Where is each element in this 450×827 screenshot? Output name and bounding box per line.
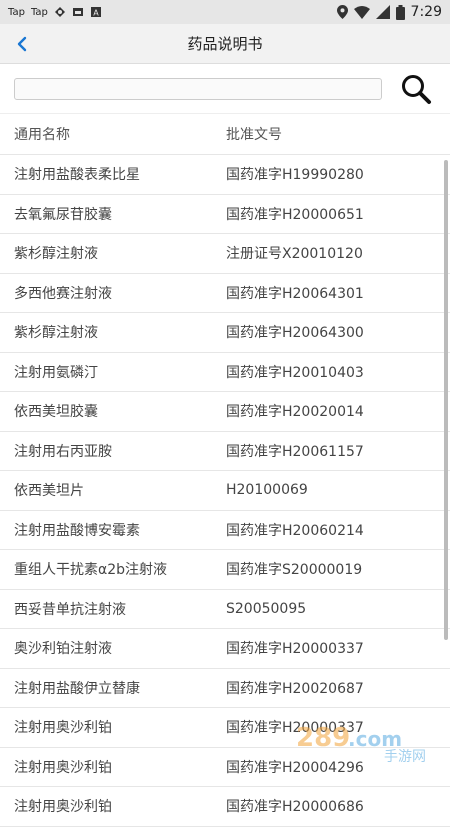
signal-icon	[375, 5, 390, 19]
drug-name: 重组人干扰素α2b注射液	[14, 562, 168, 579]
svg-text:A: A	[93, 9, 99, 18]
table-row[interactable]: 西妥昔单抗注射液 S20050095	[0, 590, 450, 629]
a-icon: A	[90, 7, 101, 18]
drug-name: 注射用奥沙利铂	[14, 799, 112, 816]
status-app-label: Tap	[30, 6, 48, 18]
table-row[interactable]: 注射用盐酸伊立替康 国药准字H20020687	[0, 669, 450, 708]
drug-name: 西妥昔单抗注射液	[14, 601, 126, 618]
approval-number: 国药准字H20004296	[226, 759, 364, 776]
table-row[interactable]: 注射用奥沙利铂 国药准字H20000337	[0, 708, 450, 748]
table-row[interactable]: 奥沙利铂注射液 国药准字H20000337	[0, 629, 450, 669]
drug-name: 依西美坦胶囊	[14, 404, 98, 421]
table-row[interactable]: 紫杉醇注射液 国药准字H20064300	[0, 313, 450, 353]
drug-name: 奥沙利铂注射液	[14, 641, 112, 658]
image-icon	[72, 8, 83, 16]
status-app-label: Tap	[8, 6, 25, 18]
drug-name: 注射用奥沙利铂	[14, 759, 112, 776]
approval-number: 注册证号X20010120	[226, 246, 363, 263]
approval-number: 国药准字H20020687	[226, 680, 364, 697]
status-bar: Tap Tap A 7:29	[0, 0, 450, 24]
drug-name: 注射用氨磷汀	[14, 364, 98, 381]
approval-number: 国药准字H20000337	[226, 720, 364, 737]
approval-number: 国药准字H20010403	[226, 364, 364, 381]
page-title: 药品说明书	[187, 35, 263, 53]
table-row[interactable]: 紫杉醇注射液 注册证号X20010120	[0, 234, 450, 274]
approval-number: 国药准字H20020014	[226, 404, 364, 421]
sync-icon	[54, 7, 65, 17]
drug-table: 通用名称 批准文号 注射用盐酸表柔比星 国药准字H19990280 去氧氟尿苷胶囊国…	[0, 114, 450, 827]
drug-name: 多西他赛注射液	[14, 285, 112, 302]
table-row[interactable]: 注射用盐酸表柔比星 国药准字H19990280	[0, 155, 450, 195]
drug-name: 注射用奥沙利铂	[14, 720, 112, 737]
wifi-icon	[353, 5, 370, 19]
status-time: 7:29	[410, 4, 442, 20]
table-row[interactable]: 重组人干扰素α2b注射液 国药准字S20000019	[0, 550, 450, 590]
location-icon	[336, 5, 348, 19]
search-icon	[402, 74, 431, 104]
drug-name: 注射用右丙亚胺	[14, 443, 112, 460]
drug-name: 注射用盐酸博安霉素	[14, 522, 140, 539]
table-row[interactable]: 多西他赛注射液 国药准字H20064301	[0, 274, 450, 313]
drug-name: 紫杉醇注射液	[14, 246, 98, 263]
approval-number: 国药准字H20000651	[226, 206, 364, 223]
approval-number: 国药准字H20000686	[226, 799, 364, 816]
approval-number: 国药准字H20064300	[226, 325, 364, 342]
table-row[interactable]: 注射用右丙亚胺 国药准字H20061157	[0, 432, 450, 471]
scrollbar[interactable]	[444, 160, 448, 640]
column-header-approval: 批准文号	[226, 127, 282, 143]
table-row[interactable]: 注射用奥沙利铂 国药准字H20000686	[0, 787, 450, 827]
approval-number: 国药准字H20060214	[226, 522, 364, 539]
drug-name: 依西美坦片	[14, 483, 84, 500]
approval-number: S20050095	[226, 600, 307, 617]
table-row[interactable]: 注射用盐酸博安霉素 国药准字H20060214	[0, 511, 450, 550]
table-row[interactable]: 去氧氟尿苷胶囊 国药准字H20000651	[0, 195, 450, 234]
approval-number: 国药准字H20061157	[226, 443, 364, 460]
search-button[interactable]	[396, 69, 436, 109]
approval-number: H20100069	[226, 482, 308, 499]
search-input[interactable]	[14, 77, 382, 100]
search-bar	[0, 64, 450, 114]
approval-number: 国药准字S20000019	[226, 562, 363, 579]
table-row[interactable]: 依西美坦胶囊 国药准字H20020014	[0, 392, 450, 432]
back-button[interactable]	[10, 32, 34, 56]
table-row[interactable]: 依西美坦片 H20100069	[0, 471, 450, 511]
drug-name: 注射用盐酸表柔比星	[14, 167, 140, 184]
column-header-name: 通用名称	[14, 127, 70, 143]
table-header: 通用名称 批准文号	[0, 114, 450, 155]
approval-number: 国药准字H20000337	[226, 641, 364, 658]
table-row[interactable]: 注射用奥沙利铂 国药准字H20004296	[0, 748, 450, 787]
approval-number: 国药准字H20064301	[226, 285, 364, 302]
app-bar: 药品说明书	[0, 24, 450, 64]
chevron-left-icon	[17, 36, 27, 52]
drug-name: 紫杉醇注射液	[14, 325, 98, 342]
battery-icon	[395, 4, 405, 20]
drug-name: 去氧氟尿苷胶囊	[14, 206, 112, 223]
approval-number: 国药准字H19990280	[226, 167, 364, 184]
drug-name: 注射用盐酸伊立替康	[14, 680, 140, 697]
table-row[interactable]: 注射用氨磷汀 国药准字H20010403	[0, 353, 450, 392]
